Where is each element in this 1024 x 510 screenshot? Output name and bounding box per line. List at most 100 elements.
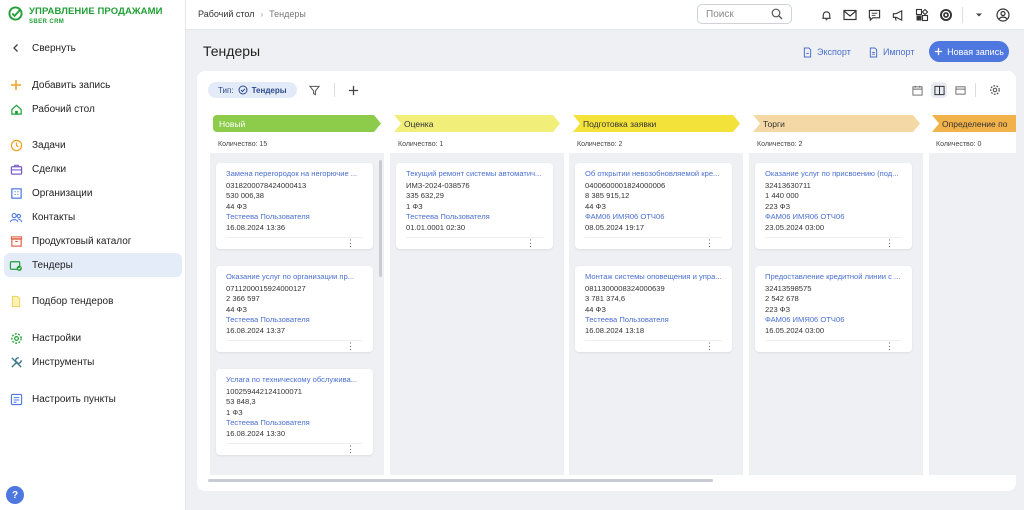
- breadcrumb-desktop[interactable]: Рабочий стол: [198, 9, 255, 19]
- card-responsible[interactable]: ФАМ06 ИМЯ06 ОТЧ06: [765, 315, 902, 326]
- sidebar-item-deals[interactable]: Сделки: [4, 157, 182, 181]
- card-menu-icon[interactable]: ⋮: [885, 238, 894, 249]
- card-responsible[interactable]: Тестеева Пользователя: [226, 315, 363, 326]
- import-button[interactable]: Импорт: [869, 42, 914, 62]
- tender-card[interactable]: Оказание услуг по организации пр... 0711…: [216, 266, 373, 352]
- sidebar-item-collapse[interactable]: Свернуть: [4, 36, 182, 60]
- card-responsible[interactable]: Тестеева Пользователя: [226, 418, 363, 429]
- stage-header-bidding[interactable]: Торги: [753, 115, 920, 132]
- tender-card[interactable]: Услага по техническому обслужива... 1002…: [216, 369, 373, 455]
- board-settings-gear-icon[interactable]: [988, 83, 1002, 97]
- card-title[interactable]: Об открытии невозобновляемой кре...: [585, 169, 722, 180]
- document-icon: [9, 294, 23, 308]
- sidebar-item-tools[interactable]: Инструменты: [4, 350, 182, 374]
- card-amount: 2 542 678: [765, 294, 799, 303]
- bell-icon[interactable]: [818, 7, 834, 23]
- card-number: ИМЗ-2024-038576: [406, 180, 470, 190]
- calendar-view-icon[interactable]: [910, 83, 924, 97]
- building-icon: [9, 186, 23, 200]
- stage-header-determination[interactable]: Определение по: [932, 115, 1016, 132]
- kanban-view-icon[interactable]: [931, 82, 947, 98]
- stage-header-preparation[interactable]: Подготовка заявки: [573, 115, 740, 132]
- briefcase-icon: [9, 162, 23, 176]
- export-label: Экспорт: [817, 47, 851, 57]
- sidebar-item-organizations[interactable]: Организации: [4, 181, 182, 205]
- card-menu-icon[interactable]: ⋮: [346, 444, 355, 455]
- card-menu-icon[interactable]: ⋮: [346, 341, 355, 352]
- sidebar-item-desktop[interactable]: Рабочий стол: [4, 97, 182, 121]
- column-count-preparation: Количество: 2: [577, 141, 623, 148]
- new-record-button[interactable]: Новая запись: [929, 41, 1009, 62]
- chat-icon[interactable]: [866, 7, 882, 23]
- sidebar-item-tender-search[interactable]: Подбор тендеров: [4, 289, 182, 313]
- card-menu-icon[interactable]: ⋮: [705, 341, 714, 352]
- card-amount: 1 440 000: [765, 191, 799, 200]
- sidebar-item-label: Настройки: [32, 332, 82, 344]
- tender-card[interactable]: Об открытии невозобновляемой кре... 0400…: [575, 163, 732, 249]
- sidebar-item-configure[interactable]: Настроить пункты: [4, 387, 182, 411]
- card-title[interactable]: Предоставление кредитной линии с ...: [765, 272, 902, 283]
- top-bar: Рабочий стол › Тендеры Поиск: [186, 0, 1024, 30]
- import-label: Импорт: [883, 47, 915, 57]
- card-responsible[interactable]: Тестеева Пользователя: [406, 212, 543, 223]
- chevron-left-icon: [9, 41, 23, 55]
- board-horizontal-scrollbar[interactable]: [208, 479, 713, 482]
- sidebar-item-label: Инструменты: [32, 356, 95, 368]
- tender-card[interactable]: Оказание услуг по присвоению (под... 324…: [755, 163, 912, 249]
- home-icon: [9, 102, 23, 116]
- tender-card[interactable]: Текущий ремонт системы автоматич... ИМЗ-…: [396, 163, 553, 249]
- filter-icon[interactable]: [307, 83, 321, 97]
- tools-icon: [9, 355, 23, 369]
- stage-header-evaluation[interactable]: Оценка: [394, 115, 560, 132]
- sidebar-item-tasks[interactable]: Задачи: [4, 133, 182, 157]
- card-responsible[interactable]: Тестеева Пользователя: [226, 212, 363, 223]
- card-title[interactable]: Текущий ремонт системы автоматич...: [406, 169, 543, 180]
- card-responsible[interactable]: ФАМ06 ИМЯ06 ОТЧ06: [585, 212, 722, 223]
- help-button[interactable]: ?: [6, 486, 24, 504]
- column-count-bidding: Количество: 2: [757, 141, 803, 148]
- card-law: 44 ФЗ: [226, 201, 247, 211]
- stage-header-new[interactable]: Новый: [213, 115, 381, 132]
- configure-icon: [9, 392, 23, 406]
- search-input[interactable]: Поиск: [697, 4, 792, 24]
- apps-icon[interactable]: [914, 7, 930, 23]
- tender-card[interactable]: Замена перегородок на негорючие ... 0318…: [216, 163, 373, 249]
- caret-down-icon[interactable]: [971, 7, 987, 23]
- card-menu-icon[interactable]: ⋮: [526, 238, 535, 249]
- sidebar-item-settings[interactable]: Настройки: [4, 326, 182, 350]
- list-view-icon[interactable]: [953, 83, 967, 97]
- tender-card[interactable]: Монтаж системы оповещения и упра... 0811…: [575, 266, 732, 352]
- sidebar-item-label: Сделки: [32, 163, 67, 175]
- card-title[interactable]: Оказание услуг по присвоению (под...: [765, 169, 902, 180]
- card-amount: 530 006,38: [226, 191, 265, 200]
- card-responsible[interactable]: ФАМ06 ИМЯ06 ОТЧ06: [765, 212, 902, 223]
- card-menu-icon[interactable]: ⋮: [885, 341, 894, 352]
- assistant-icon[interactable]: [938, 7, 954, 23]
- card-title[interactable]: Замена перегородок на негорючие ...: [226, 169, 363, 180]
- sidebar-item-catalog[interactable]: Продуктовый каталог: [4, 229, 182, 253]
- sidebar-item-label: Добавить запись: [32, 79, 111, 91]
- sidebar-item-add-record[interactable]: Добавить запись: [4, 73, 182, 97]
- card-title[interactable]: Монтаж системы оповещения и упра...: [585, 272, 722, 283]
- export-button[interactable]: Экспорт: [803, 42, 851, 62]
- card-responsible[interactable]: Тестеева Пользователя: [585, 315, 722, 326]
- app-logo[interactable]: УПРАВЛЕНИЕ ПРОДАЖАМИ SBER CRM: [8, 6, 163, 25]
- add-column-icon[interactable]: [346, 83, 360, 97]
- column-scrollbar[interactable]: [379, 160, 382, 277]
- new-record-label: Новая запись: [947, 46, 1004, 57]
- card-title[interactable]: Оказание услуг по организации пр...: [226, 272, 363, 283]
- card-number: 0318200078424000413: [226, 180, 307, 190]
- card-menu-icon[interactable]: ⋮: [346, 238, 355, 249]
- card-menu-icon[interactable]: ⋮: [705, 238, 714, 249]
- card-title[interactable]: Услага по техническому обслужива...: [226, 375, 363, 386]
- sidebar-item-contacts[interactable]: Контакты: [4, 205, 182, 229]
- tender-card[interactable]: Предоставление кредитной линии с ... 324…: [755, 266, 912, 352]
- card-law: 44 ФЗ: [585, 304, 606, 314]
- sidebar-item-tenders[interactable]: Тендеры: [4, 253, 182, 277]
- mail-icon[interactable]: [842, 7, 858, 23]
- search-icon[interactable]: [771, 8, 783, 20]
- type-filter-chip[interactable]: Тип: Тендеры: [208, 82, 297, 98]
- megaphone-icon[interactable]: [890, 7, 906, 23]
- gear-icon: [9, 331, 23, 345]
- user-avatar-icon[interactable]: [995, 7, 1011, 23]
